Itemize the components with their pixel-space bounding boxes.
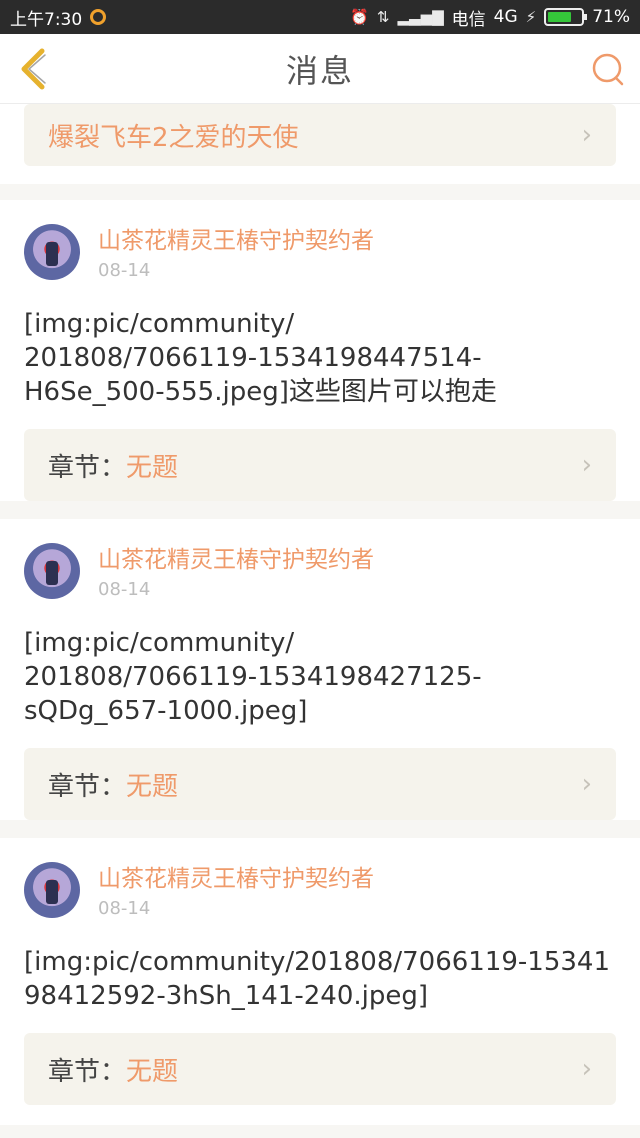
status-bar: 上午7:30 ⏰ ⇅ ▂▃▅▇ 电信 4G ⚡ 71% <box>0 0 640 34</box>
avatar[interactable] <box>24 862 80 918</box>
message-card: 山茶花精灵王椿守护契约者 08-14 [img:pic/community/ 2… <box>0 200 640 501</box>
message-text: [img:pic/community/201808/7066119-15341 … <box>24 947 611 1011</box>
message-text: [img:pic/community/ 201808/7066119-15341… <box>24 628 482 726</box>
author-name[interactable]: 山茶花精灵王椿守护契约者 <box>98 545 374 575</box>
chevron-right-icon: › <box>581 769 592 799</box>
chevron-right-icon: › <box>581 1054 592 1084</box>
author-name[interactable]: 山茶花精灵王椿守护契约者 <box>98 226 374 256</box>
chapter-value: 无题 <box>126 771 179 802</box>
author-name[interactable]: 山茶花精灵王椿守护契约者 <box>98 864 374 894</box>
chevron-right-icon: › <box>581 450 592 480</box>
chapter-value: 无题 <box>126 452 179 483</box>
message-card: 山茶花精灵王椿守护契约者 08-14 [img:pic/community/ 2… <box>0 519 640 820</box>
carrier-label: 电信 <box>451 9 486 30</box>
charging-icon: ⚡ <box>525 8 537 26</box>
chapter-link[interactable]: 章节：无题 › <box>24 429 616 501</box>
avatar[interactable] <box>24 224 80 280</box>
message-text: [img:pic/community/ 201808/7066119-15341… <box>24 309 497 407</box>
network-type: 4G <box>493 7 518 27</box>
app-header: 消息 <box>0 34 640 104</box>
data-transfer-icon: ⇅ <box>376 8 390 26</box>
chapter-link[interactable]: 章节：无题 › <box>24 1033 616 1105</box>
chapter-value: 无题 <box>126 1056 179 1087</box>
message-date: 08-14 <box>98 260 151 281</box>
battery-percent: 71% <box>592 7 630 27</box>
chapter-label: 章节： <box>48 771 127 802</box>
chevron-left-icon <box>21 48 46 90</box>
message-date: 08-14 <box>98 579 151 600</box>
chapter-link[interactable]: 章节：无题 › <box>24 748 616 820</box>
page-title: 消息 <box>285 51 354 90</box>
battery-icon <box>544 8 588 26</box>
chevron-right-icon: › <box>581 120 592 150</box>
top-card: 爆裂飞车2之爱的天使 › <box>0 104 640 184</box>
signal-icon: ▂▃▅▇ <box>397 8 444 26</box>
message-date: 08-14 <box>98 898 151 919</box>
message-list[interactable]: 爆裂飞车2之爱的天使 › 山茶花精灵王椿守护契约者 08-14 [img:pic… <box>0 104 640 1138</box>
search-button[interactable] <box>590 51 626 87</box>
back-button[interactable] <box>14 47 54 91</box>
chapter-label: 章节： <box>48 452 127 483</box>
search-icon <box>592 53 624 86</box>
weather-icon <box>90 9 107 25</box>
alarm-icon: ⏰ <box>350 8 369 26</box>
top-title-bar[interactable]: 爆裂飞车2之爱的天使 › <box>24 104 616 166</box>
message-card: 山茶花精灵王椿守护契约者 08-14 [img:pic/community/20… <box>0 838 640 1125</box>
battery-fill <box>548 12 571 22</box>
status-time: 上午7:30 <box>10 9 83 30</box>
top-card-title: 爆裂飞车2之爱的天使 <box>48 122 299 153</box>
avatar[interactable] <box>24 543 80 599</box>
chapter-label: 章节： <box>48 1056 127 1087</box>
